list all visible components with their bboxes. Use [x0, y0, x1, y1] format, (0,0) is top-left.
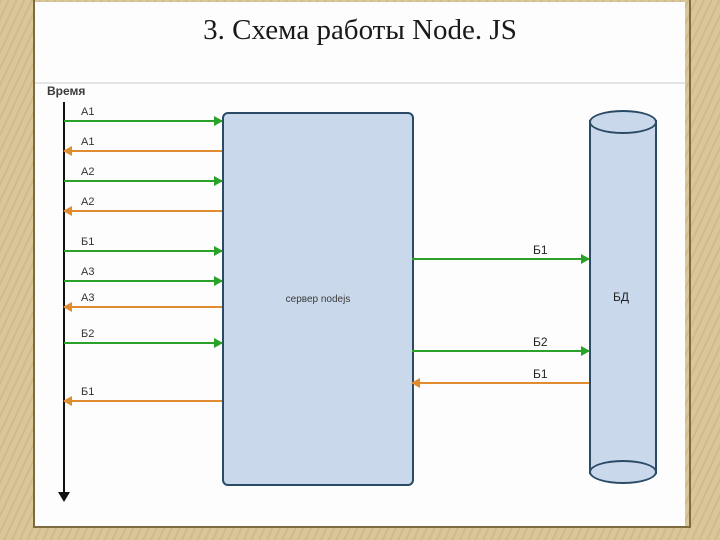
slide-root: 3. Схема работы Node. JS Время сервер no…: [0, 0, 720, 540]
right-arrow-label: Б2: [533, 335, 548, 349]
left-arrow-label: А2: [81, 196, 94, 208]
left-arrow-label: Б1: [81, 236, 94, 248]
right-arrow: [412, 258, 589, 260]
left-arrow: [64, 210, 222, 212]
database-label: БД: [589, 110, 653, 484]
server-box: сервер nodejs: [222, 112, 414, 486]
left-arrow-label: Б1: [81, 386, 94, 398]
title-card: 3. Схема работы Node. JS: [35, 2, 685, 84]
left-arrow-label: Б2: [81, 328, 94, 340]
right-arrow-label: Б1: [533, 367, 548, 381]
right-arrow-label: Б1: [533, 243, 548, 257]
time-axis-label: Время: [47, 84, 85, 98]
server-label: сервер nodejs: [286, 294, 351, 305]
time-axis: [63, 102, 65, 500]
left-arrow: [64, 342, 222, 344]
left-arrow-label: А3: [81, 266, 94, 278]
left-arrow: [64, 400, 222, 402]
diagram-area: Время сервер nodejs БД А1 А1 А2 А2 Б1 А3 А3 Б2 Б…: [35, 84, 685, 526]
left-arrow-label: А1: [81, 136, 94, 148]
left-arrow-label: А1: [81, 106, 94, 118]
left-arrow: [64, 306, 222, 308]
left-arrow-label: А3: [81, 292, 94, 304]
slide-title: 3. Схема работы Node. JS: [35, 14, 685, 47]
left-arrow: [64, 150, 222, 152]
database-cylinder: БД: [589, 110, 653, 484]
left-arrow: [64, 180, 222, 182]
right-arrow: [412, 382, 589, 384]
right-arrow: [412, 350, 589, 352]
left-arrow-label: А2: [81, 166, 94, 178]
left-arrow: [64, 250, 222, 252]
left-arrow: [64, 120, 222, 122]
left-arrow: [64, 280, 222, 282]
